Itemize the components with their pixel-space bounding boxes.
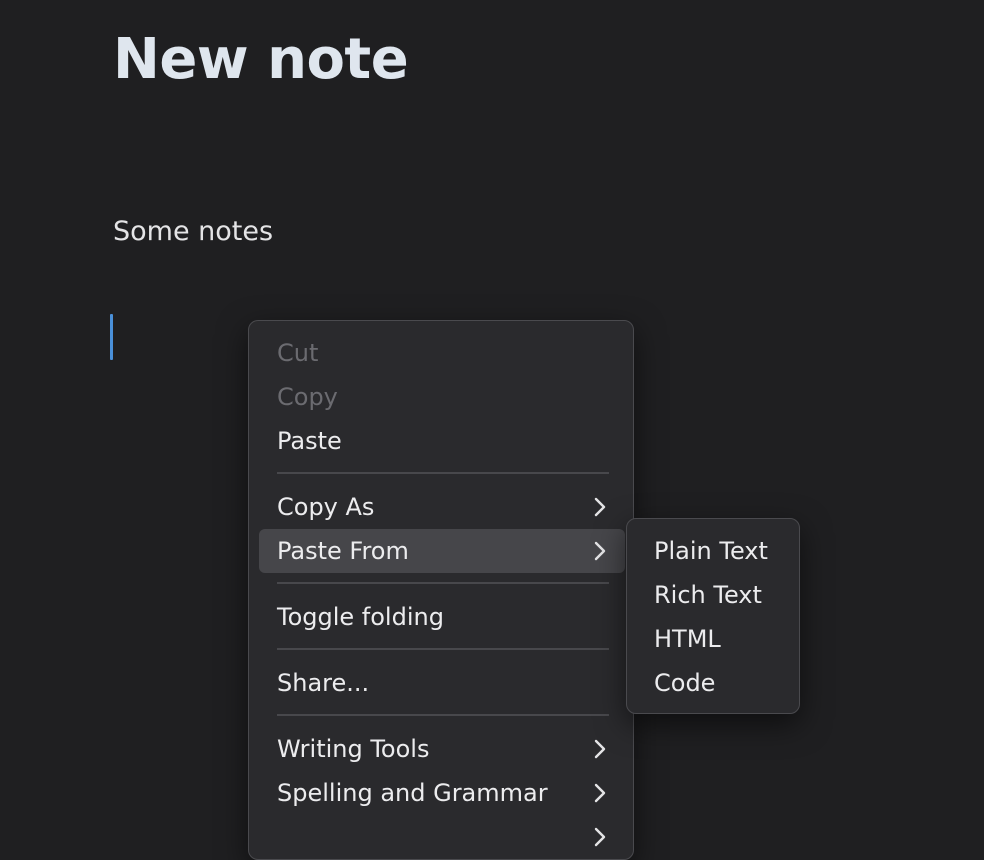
menu-item-paste-from[interactable]: Paste From [259,529,625,573]
menu-item-label: HTML [654,625,721,653]
submenu-item-html[interactable]: HTML [635,617,791,661]
menu-item-label: Cut [277,339,319,367]
menu-separator [277,648,609,650]
menu-item-label: Spelling and Grammar [277,779,548,807]
menu-item-label: Code [654,669,716,697]
chevron-right-icon [594,827,606,847]
chevron-right-icon [594,783,606,803]
menu-item-writing-tools[interactable]: Writing Tools [259,727,625,771]
chevron-right-icon [594,739,606,759]
menu-separator [277,714,609,716]
note-body-text[interactable]: Some notes [113,214,273,250]
chevron-right-icon [594,497,606,517]
chevron-right-icon [594,541,606,561]
menu-item-label: Writing Tools [277,735,430,763]
submenu-item-plain-text[interactable]: Plain Text [635,529,791,573]
menu-item-label: Copy As [277,493,375,521]
menu-item-label: Plain Text [654,537,768,565]
menu-item-label: Paste [277,427,342,455]
menu-item-toggle-folding[interactable]: Toggle folding [259,595,625,639]
text-cursor [110,314,113,360]
paste-from-submenu: Plain Text Rich Text HTML Code [626,518,800,714]
menu-separator [277,472,609,474]
menu-item-cut: Cut [259,331,625,375]
menu-item-partial[interactable] [259,815,625,859]
menu-item-spelling-and-grammar[interactable]: Spelling and Grammar [259,771,625,815]
menu-item-paste[interactable]: Paste [259,419,625,463]
submenu-item-rich-text[interactable]: Rich Text [635,573,791,617]
menu-item-label: Paste From [277,537,409,565]
submenu-item-code[interactable]: Code [635,661,791,705]
menu-separator [277,582,609,584]
menu-item-label: Share... [277,669,370,697]
menu-item-share[interactable]: Share... [259,661,625,705]
menu-item-label: Copy [277,383,338,411]
note-title[interactable]: New note [113,24,409,96]
context-menu: Cut Copy Paste Copy As Paste From Toggle… [248,320,634,860]
menu-item-label: Toggle folding [277,603,444,631]
menu-item-copy-as[interactable]: Copy As [259,485,625,529]
menu-item-copy: Copy [259,375,625,419]
menu-item-label: Rich Text [654,581,762,609]
